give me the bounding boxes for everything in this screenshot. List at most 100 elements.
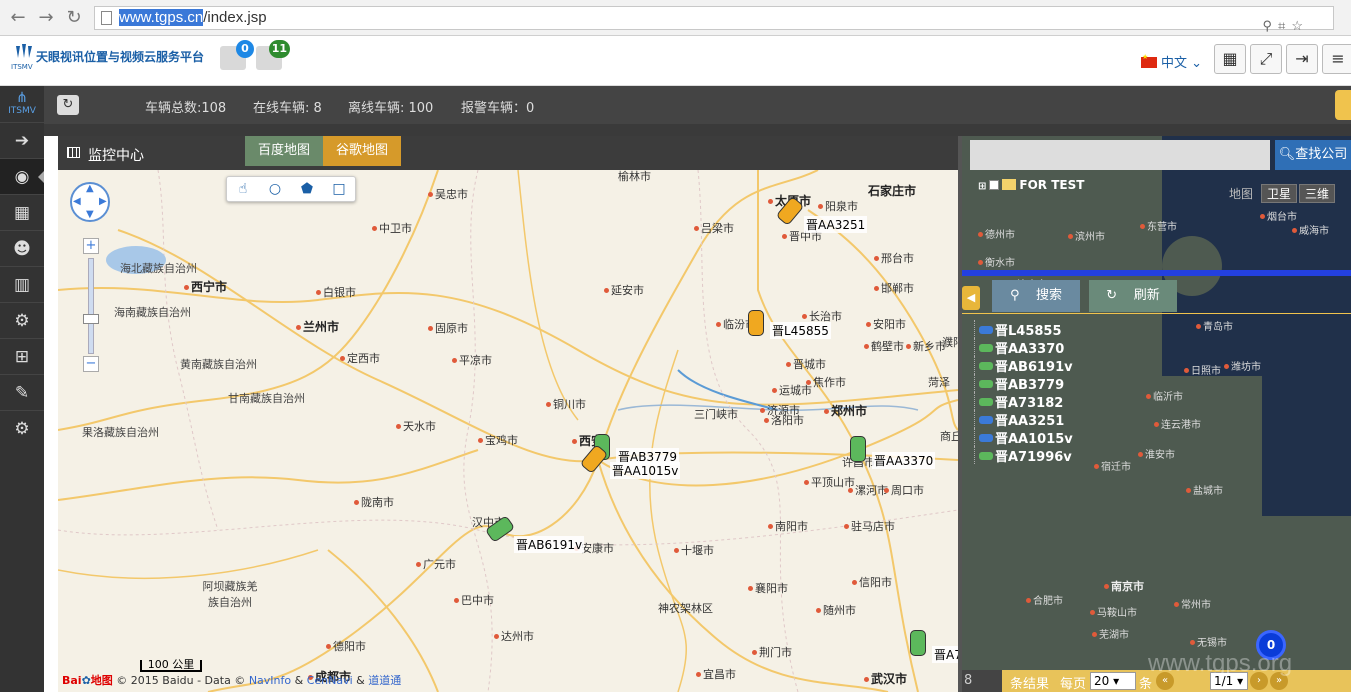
scale-bar: 100 公里: [140, 659, 202, 672]
settings-tab[interactable]: [1335, 90, 1351, 120]
vehicle-list-item[interactable]: 晋A71996v: [974, 446, 1073, 465]
refresh-icon: ↻: [1106, 288, 1118, 303]
region-label: 甘南藏族自治州: [228, 392, 305, 405]
company-search-input[interactable]: [970, 140, 1270, 170]
address-bar[interactable]: www.tgps.cn/index.jsp ⚲⌗☆: [94, 6, 1334, 33]
sidebar-item-system[interactable]: ⚙: [0, 410, 44, 446]
city-label: 鹤壁市: [864, 338, 904, 354]
city-label: 吴忠市: [428, 186, 468, 202]
sidebar-item-table[interactable]: ▦: [0, 194, 44, 230]
zoom-out-button[interactable]: −: [83, 356, 99, 372]
china-flag-icon: [1141, 53, 1157, 68]
divider: [44, 124, 1351, 136]
back-icon[interactable]: ←: [8, 8, 28, 28]
tab-baidu-map[interactable]: 百度地图: [245, 136, 323, 166]
sidebar-item-users[interactable]: ☻: [0, 230, 44, 266]
pan-down-icon[interactable]: ▼: [86, 209, 94, 220]
pan-right-icon[interactable]: ▶: [99, 196, 107, 207]
collapse-panel-button[interactable]: ◀: [962, 286, 980, 310]
pan-control[interactable]: ▲ ▼ ◀ ▶: [70, 182, 110, 222]
city-label: 西宁市: [184, 278, 227, 295]
alarm-button[interactable]: 11: [256, 40, 290, 70]
tree-root-label[interactable]: FOR TEST: [1019, 178, 1084, 192]
sidebar-expand-icon[interactable]: ➔: [0, 122, 44, 158]
pan-left-icon[interactable]: ◀: [73, 196, 81, 207]
tree-expand-icon[interactable]: ⊞: [978, 181, 986, 192]
attribution-link[interactable]: CenNavi: [307, 674, 353, 687]
language-select[interactable]: 中文 ⌄: [1141, 52, 1202, 71]
extension-icons[interactable]: ⚲⌗☆: [1263, 15, 1310, 37]
itsmv-logo-icon: ITSMV: [11, 44, 33, 71]
reload-icon[interactable]: ↻: [64, 8, 84, 28]
city-label: 平凉市: [452, 352, 492, 368]
per-page-select[interactable]: 20 ▾: [1090, 672, 1136, 690]
city-label: 商丘: [940, 430, 958, 443]
city-label: 广元市: [416, 556, 456, 572]
mini-map-type-3d[interactable]: 三维: [1298, 184, 1335, 203]
vehicle-list-item[interactable]: 晋AA3251: [974, 410, 1073, 429]
hand-icon[interactable]: ☝: [227, 177, 259, 201]
attribution-link[interactable]: NavInfo: [249, 674, 291, 687]
map-canvas[interactable]: 西宁市 兰州市 西安 郑州市 太原市 石家庄市 武汉市 成都市 榆林市 吴忠市 …: [58, 170, 958, 692]
search-vehicles-button[interactable]: ⚲ 搜索: [992, 280, 1080, 312]
vehicle-marker[interactable]: [910, 630, 926, 656]
fullscreen-button[interactable]: ⤢: [1250, 44, 1282, 74]
logout-button[interactable]: ⇥: [1286, 44, 1318, 74]
vehicle-plate: 晋L45855: [995, 324, 1062, 339]
refresh-stats-button[interactable]: ↻: [57, 95, 79, 115]
vehicle-list-item[interactable]: 晋AA1015v: [974, 428, 1073, 447]
city-label: 邢台市: [874, 250, 914, 266]
draw-toolbar: ☝ ○ ⬟ □: [226, 176, 356, 202]
vehicle-list-item[interactable]: 晋AB3779: [974, 374, 1073, 393]
watermark: www.tgps.org: [1148, 650, 1293, 677]
rectangle-icon[interactable]: □: [323, 177, 355, 201]
find-company-label: 查找公司: [1295, 147, 1348, 162]
message-button[interactable]: 0: [220, 40, 254, 70]
map-attribution: Bai✿地图 © 2015 Baidu - Data © NavInfo & C…: [62, 674, 402, 687]
message-badge: 0: [236, 40, 254, 58]
baidu-logo-suffix: 地图: [90, 674, 113, 687]
polygon-icon[interactable]: ⬟: [291, 177, 323, 201]
tab-google-map[interactable]: 谷歌地图: [323, 136, 401, 166]
attribution-link[interactable]: 道道通: [368, 674, 401, 687]
mini-map-type-switch: 地图 卫星 三维: [1221, 184, 1335, 203]
stat-total: 车辆总数:108: [145, 101, 227, 116]
sidebar-item-reports[interactable]: ▥: [0, 266, 44, 302]
zoom-control: ▲ ▼ ◀ ▶ + −: [70, 182, 110, 372]
video-button[interactable]: ▦: [1214, 44, 1246, 74]
mini-map-type-satellite[interactable]: 卫星: [1260, 184, 1297, 203]
sidebar-item-tools[interactable]: ✎: [0, 374, 44, 410]
vehicle-list-item[interactable]: 晋AA3370: [974, 338, 1073, 357]
refresh-vehicles-label: 刷新: [1133, 288, 1160, 303]
menu-button[interactable]: ≡: [1322, 44, 1351, 74]
mini-map-type-map[interactable]: 地图: [1223, 184, 1259, 203]
zoom-in-button[interactable]: +: [83, 238, 99, 254]
city-label: 驻马店市: [844, 518, 895, 534]
vehicle-marker[interactable]: [748, 310, 764, 336]
vehicle-list-item[interactable]: 晋L45855: [974, 320, 1073, 339]
mini-city-label: 威海市: [1292, 222, 1329, 237]
forward-icon[interactable]: →: [36, 8, 56, 28]
refresh-vehicles-button[interactable]: ↻ 刷新: [1089, 280, 1177, 312]
circle-icon[interactable]: ○: [259, 177, 291, 201]
zoom-slider-handle[interactable]: [83, 314, 99, 324]
city-label: 随州市: [816, 602, 856, 618]
car-icon: [979, 380, 993, 388]
tree-checkbox[interactable]: [989, 180, 1000, 190]
sidebar-item-monitor[interactable]: ◉: [0, 158, 44, 194]
sidebar-item-windows[interactable]: ⊞: [0, 338, 44, 374]
zoom-slider-track[interactable]: [88, 258, 94, 354]
vehicle-list: 晋L45855 晋AA3370 晋AB6191v 晋AB3779 晋A73182…: [974, 320, 1073, 465]
vehicle-list-item[interactable]: 晋AB6191v: [974, 356, 1073, 375]
find-company-button[interactable]: 🔍︎查找公司: [1275, 140, 1351, 170]
sidebar-item-settings[interactable]: ⚙: [0, 302, 44, 338]
mini-city-label: 青岛市: [1196, 318, 1233, 333]
city-label: 洛阳市: [764, 412, 804, 428]
vehicle-marker[interactable]: [850, 436, 866, 462]
pan-up-icon[interactable]: ▲: [86, 183, 94, 194]
vehicle-list-item[interactable]: 晋A73182: [974, 392, 1073, 411]
search-icon: 🔍︎: [1278, 147, 1296, 162]
alarm-badge: 11: [268, 40, 290, 58]
city-label: 运城市: [772, 382, 812, 398]
url-path: /index.jsp: [203, 9, 267, 26]
